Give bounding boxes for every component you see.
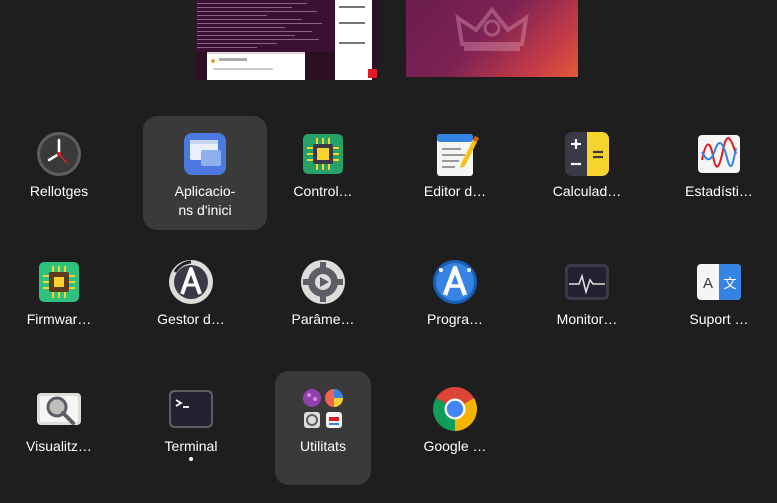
chrome-icon (433, 387, 477, 431)
running-indicator-dot (189, 457, 193, 461)
workspace-1-thumbnail[interactable] (195, 0, 377, 80)
app-startup-applications[interactable]: Aplicacio- ns d'inici (143, 116, 267, 230)
app-label: Monitor… (556, 311, 618, 327)
app-folder-utilities[interactable]: Utilitats (275, 371, 371, 485)
app-label: Parâme… (291, 311, 355, 327)
calculator-icon (565, 132, 609, 176)
app-label: Control… (293, 183, 353, 199)
chip-control-icon (303, 134, 343, 174)
system-monitor-icon (565, 264, 609, 300)
language-support-icon: A 文 (697, 264, 741, 300)
workspace-2-thumbnail[interactable] (406, 0, 578, 77)
utilities-folder-icon (303, 389, 343, 428)
terminal-window-thumbnail (195, 0, 335, 52)
app-statistics[interactable]: Estadísti… (657, 116, 777, 230)
app-label: Calculad… (552, 183, 622, 199)
terminal-icon (169, 390, 213, 428)
startup-applications-icon (184, 133, 226, 175)
app-label: Aplicacio- ns d'inici (174, 183, 236, 218)
app-label: Visualitz… (26, 438, 92, 454)
statistics-icon (698, 135, 740, 173)
app-system-monitor[interactable]: Monitor… (525, 244, 649, 358)
app-label: Google … (423, 438, 487, 454)
image-viewer-icon (37, 393, 81, 425)
app-language-support[interactable]: A 文 Suport … (657, 244, 777, 358)
app-google-chrome[interactable]: Google … (393, 371, 517, 485)
app-control[interactable]: Control… (261, 116, 385, 230)
firmware-chip-icon (39, 262, 79, 302)
app-calculator[interactable]: Calculad… (525, 116, 649, 230)
side-window-thumbnail (335, 0, 372, 80)
app-software-updater[interactable]: Gestor d… (129, 244, 253, 358)
app-terminal[interactable]: Terminal (129, 371, 253, 485)
app-store-icon (433, 260, 477, 304)
app-label: Estadísti… (685, 183, 753, 199)
svg-text:文: 文 (723, 277, 736, 292)
workspace-thumbnails (0, 0, 777, 82)
app-label: Utilitats (300, 438, 346, 454)
app-image-viewer[interactable]: Visualitz… (0, 371, 121, 485)
browser-window-thumbnail (207, 52, 305, 80)
app-label: Firmwar… (26, 311, 92, 327)
app-text-editor[interactable]: Editor d… (393, 116, 517, 230)
app-software-store[interactable]: Progra… (393, 244, 517, 358)
app-label: Editor d… (423, 183, 487, 199)
text-editor-icon (437, 134, 479, 176)
notification-badge (368, 69, 377, 78)
app-label: Rellotges (29, 183, 89, 199)
settings-gear-icon (301, 260, 345, 304)
app-label: Progra… (426, 311, 484, 327)
software-updater-icon (169, 260, 213, 304)
clock-icon (37, 132, 81, 176)
app-settings[interactable]: Parâme… (261, 244, 385, 358)
app-label: Gestor d… (157, 311, 225, 327)
crown-wallpaper-icon (455, 6, 529, 51)
app-label: Suport … (689, 311, 749, 327)
app-label: Terminal (164, 438, 218, 454)
app-firmware[interactable]: Firmwar… (0, 244, 121, 358)
app-clocks[interactable]: Rellotges (0, 116, 121, 230)
svg-text:A: A (703, 275, 713, 292)
